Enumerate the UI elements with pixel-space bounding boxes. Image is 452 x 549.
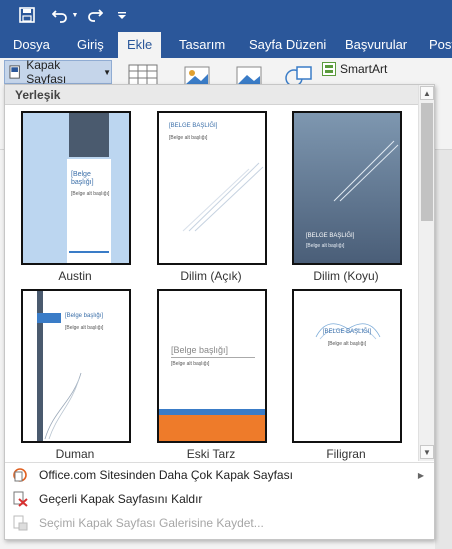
austin-dark-block (69, 113, 109, 157)
document-area (435, 150, 452, 549)
dilim-koyu-diagonal-lines (333, 140, 399, 202)
duman-caption: Duman (55, 447, 95, 461)
dilim-acik-subtitle: [Belge alt başlığı] (169, 135, 208, 141)
austin-thumbnail: [Belge başlığı] [Belge alt başlığı] (21, 111, 131, 265)
filigran-subtitle: [Belge alt başlığı] (327, 341, 367, 347)
cover-page-button[interactable]: Kapak Sayfası ▼ (4, 58, 112, 86)
austin-white-panel: [Belge başlığı] [Belge alt başlığı] (67, 159, 111, 263)
smartart-button[interactable]: SmartArt (322, 62, 387, 76)
filigran-thumbnail: [BELGE BAŞLIĞI] [Belge alt başlığı] (292, 289, 402, 443)
eski-tarz-thumbnail: [Belge başlığı] [Belge alt başlığı] (157, 289, 267, 443)
eski-tarz-subtitle: [Belge alt başlığı] (171, 361, 210, 367)
customize-toolbar-icon[interactable] (116, 4, 128, 26)
submenu-arrow-icon: ▶ (417, 470, 424, 480)
more-online-cover-pages-item[interactable]: Office.com Sitesinden Daha Çok Kapak Say… (5, 463, 434, 487)
remove-cover-page-item[interactable]: Geçerli Kapak Sayfasını Kaldır (5, 487, 434, 511)
save-icon[interactable] (16, 4, 38, 26)
dilim-koyu-caption: Dilim (Koyu) (313, 269, 379, 283)
table-icon[interactable] (128, 64, 158, 86)
eski-tarz-rule (171, 357, 255, 358)
pictures-icon[interactable] (182, 64, 212, 86)
duman-title: [Belge başlığı] (65, 313, 104, 319)
eski-tarz-title: [Belge başlığı] (171, 345, 229, 355)
title-bar: ▼ (0, 0, 452, 32)
duman-subtitle: [Belge alt başlığı] (65, 325, 104, 331)
save-selection-to-gallery-item: Seçimi Kapak Sayfası Galerisine Kaydet..… (5, 511, 434, 535)
cover-page-gallery: Yerleşik ▲ ▼ [Belge başlığı] [Belge alt … (4, 84, 435, 540)
cover-page-icon (9, 65, 20, 79)
undo-dropdown-icon[interactable]: ▼ (70, 4, 80, 26)
redo-icon[interactable] (86, 4, 104, 26)
austin-title: [Belge başlığı] (71, 171, 94, 186)
eski-tarz-caption: Eski Tarz (186, 447, 236, 461)
dilim-acik-caption: Dilim (Açık) (180, 269, 242, 283)
chevron-down-icon: ▼ (103, 67, 111, 77)
scroll-up-icon[interactable]: ▲ (420, 86, 434, 100)
tab-giris[interactable]: Giriş (68, 32, 113, 58)
tab-ekle[interactable]: Ekle (118, 32, 162, 58)
tab-dosya[interactable]: Dosya (4, 32, 59, 58)
remove-cover-label: Geçerli Kapak Sayfasını Kaldır (39, 492, 203, 506)
eski-tarz-orange-block (159, 415, 265, 441)
dilim-koyu-thumbnail: [BELGE BAŞLIĞI] [Belge alt başlığı] (292, 111, 402, 265)
duman-title-tab (37, 313, 61, 323)
tab-basvurular[interactable]: Başvurular (336, 32, 416, 58)
duman-thumbnail: [Belge başlığı] [Belge alt başlığı] (21, 289, 131, 443)
dilim-koyu-subtitle: [Belge alt başlığı] (306, 243, 345, 249)
online-pictures-icon[interactable] (234, 64, 264, 86)
tab-sayfa-duzeni[interactable]: Sayfa Düzeni (240, 32, 335, 58)
undo-icon[interactable] (50, 4, 70, 26)
dilim-acik-thumbnail: [BELGE BAŞLIĞI] [Belge alt başlığı] (157, 111, 267, 265)
office-online-icon (11, 466, 29, 484)
tab-tasarim[interactable]: Tasarım (170, 32, 234, 58)
gallery-section-header: Yerleşik (5, 85, 418, 105)
austin-rule (69, 251, 109, 253)
austin-caption: Austin (58, 269, 92, 283)
scroll-down-icon[interactable]: ▼ (420, 445, 434, 459)
more-online-label: Office.com Sitesinden Daha Çok Kapak Say… (39, 468, 293, 482)
duman-swirl-lines (44, 372, 82, 440)
filigran-title: [BELGE BAŞLIĞI] (322, 329, 372, 335)
austin-subtitle: [Belge alt başlığı] (71, 191, 110, 197)
ribbon-tab-row: Dosya Giriş Ekle Tasarım Sayfa Düzeni Ba… (0, 32, 452, 58)
save-selection-label: Seçimi Kapak Sayfası Galerisine Kaydet..… (39, 516, 264, 530)
tab-posta[interactable]: Post (420, 32, 452, 58)
cover-page-label: Kapak Sayfası (26, 58, 67, 86)
dilim-koyu-title: [BELGE BAŞLIĞI] (306, 233, 355, 239)
remove-cover-icon (11, 490, 29, 508)
smartart-icon (322, 62, 336, 76)
dilim-acik-title: [BELGE BAŞLIĞI] (169, 123, 218, 129)
save-to-gallery-icon (11, 514, 29, 532)
dilim-acik-diagonal-lines (182, 162, 264, 232)
gallery-scrollbar[interactable]: ▲ ▼ (418, 85, 434, 461)
scroll-thumb[interactable] (421, 103, 433, 221)
filigran-caption: Filigran (326, 447, 366, 461)
smartart-label: SmartArt (340, 62, 388, 76)
